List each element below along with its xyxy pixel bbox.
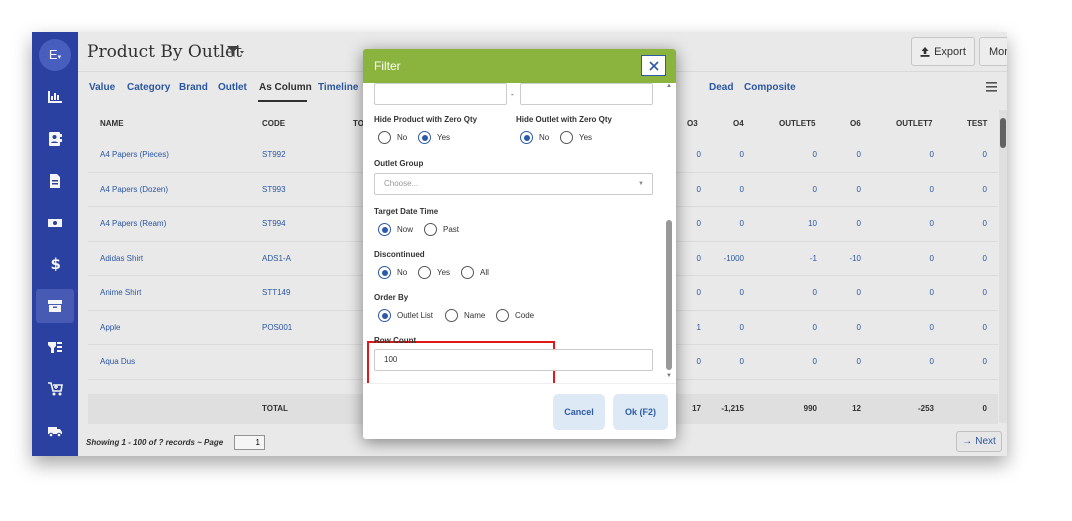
- hide-product-zero-no-label: No: [397, 133, 408, 142]
- chevron-down-icon: ▼: [638, 181, 644, 187]
- range-to-input[interactable]: [520, 83, 653, 105]
- ok-button[interactable]: Ok (F2): [613, 394, 668, 430]
- scroll-up-icon: ▲: [666, 83, 672, 89]
- close-button[interactable]: [641, 55, 666, 76]
- close-icon: [648, 60, 659, 71]
- outlet-group-select[interactable]: Choose... ▼: [374, 173, 653, 195]
- discontinued-all-label: All: [480, 268, 489, 277]
- cancel-button[interactable]: Cancel: [553, 394, 605, 430]
- hide-outlet-zero-label: Hide Outlet with Zero Qty: [516, 115, 613, 124]
- hide-outlet-zero-no-radio[interactable]: [520, 131, 533, 144]
- hide-product-zero-label: Hide Product with Zero Qty: [374, 115, 478, 124]
- order-by-code-label: Code: [515, 311, 535, 320]
- target-date-now-label: Now: [397, 225, 414, 234]
- range-separator: -: [511, 90, 514, 99]
- row-count-label: Row Count: [374, 336, 417, 345]
- dialog-scrollbar[interactable]: ▲ ▼: [665, 83, 673, 383]
- dialog-header: Filter: [363, 49, 676, 83]
- discontinued-yes-radio[interactable]: [418, 266, 431, 279]
- order-by-outlet-list-label: Outlet List: [397, 311, 434, 320]
- hide-outlet-zero-yes-radio[interactable]: [560, 131, 573, 144]
- dialog-scrollbar-thumb[interactable]: [666, 220, 672, 370]
- row-count-input[interactable]: 100: [374, 349, 653, 371]
- discontinued-label: Discontinued: [374, 250, 425, 259]
- range-from-input[interactable]: [374, 83, 507, 105]
- order-by-name-label: Name: [464, 311, 486, 320]
- order-by-label: Order By: [374, 293, 409, 302]
- scroll-down-icon: ▼: [666, 373, 672, 379]
- order-by-outlet-list-radio[interactable]: [378, 309, 391, 322]
- dialog-footer: Cancel Ok (F2): [363, 383, 676, 439]
- discontinued-no-radio[interactable]: [378, 266, 391, 279]
- hide-product-zero-yes-label: Yes: [437, 133, 451, 142]
- discontinued-yes-label: Yes: [437, 268, 451, 277]
- hide-product-zero-yes-radio[interactable]: [418, 131, 431, 144]
- dialog-title: Filter: [374, 59, 401, 73]
- discontinued-no-label: No: [397, 268, 408, 277]
- order-by-code-radio[interactable]: [496, 309, 509, 322]
- discontinued-all-radio[interactable]: [461, 266, 474, 279]
- hide-product-zero-no-radio[interactable]: [378, 131, 391, 144]
- order-by-name-radio[interactable]: [445, 309, 458, 322]
- outlet-group-placeholder: Choose...: [384, 179, 419, 188]
- outlet-group-label: Outlet Group: [374, 159, 424, 168]
- hide-outlet-zero-yes-label: Yes: [579, 133, 593, 142]
- app-window: E▾ $ Product By Outlet Export Mor Value …: [32, 32, 1007, 456]
- target-date-label: Target Date Time: [374, 207, 439, 216]
- filter-dialog: Filter - Hide Product with Zero Qty No Y…: [363, 49, 676, 439]
- target-date-now-radio[interactable]: [378, 223, 391, 236]
- dialog-body: - Hide Product with Zero Qty No Yes Hide…: [363, 83, 676, 383]
- hide-outlet-zero-no-label: No: [539, 133, 550, 142]
- target-date-past-label: Past: [443, 225, 460, 234]
- target-date-past-radio[interactable]: [424, 223, 437, 236]
